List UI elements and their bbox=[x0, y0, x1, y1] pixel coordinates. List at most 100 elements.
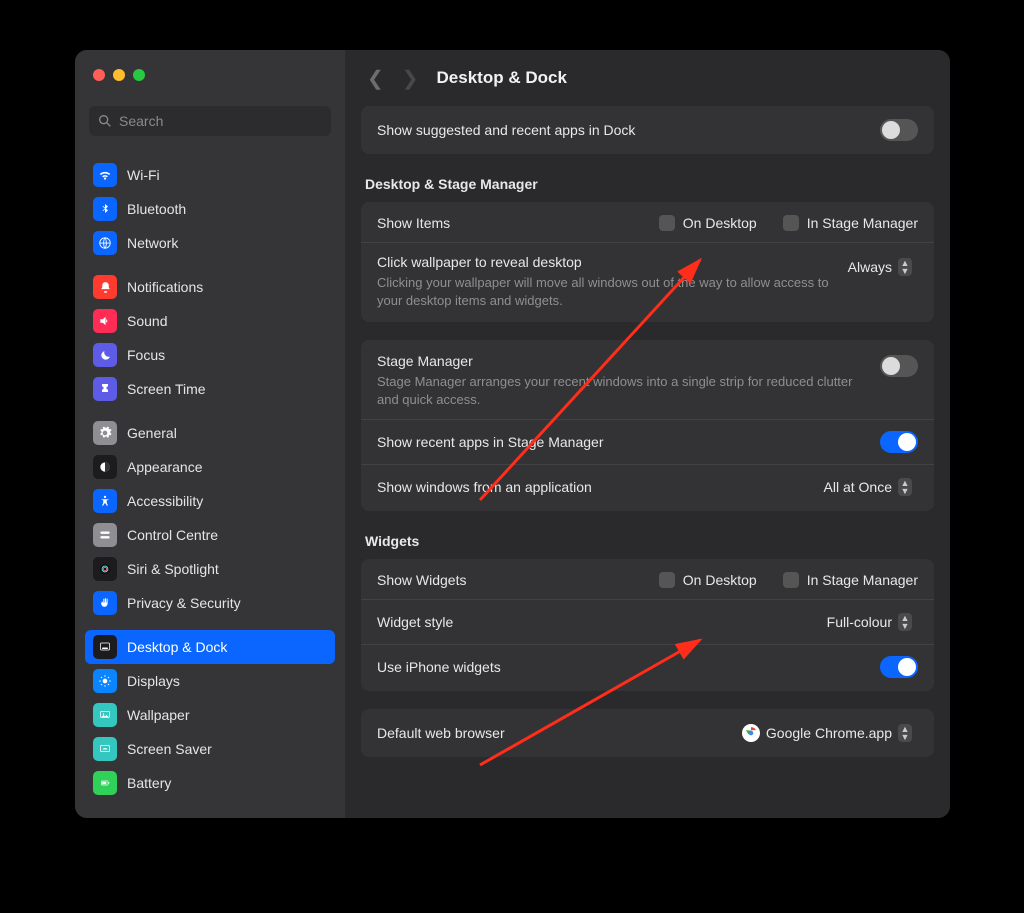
show-items-on-desktop[interactable]: On Desktop bbox=[659, 215, 757, 231]
checkbox-icon bbox=[659, 215, 675, 231]
sidebar-item-label: Battery bbox=[127, 775, 171, 791]
default-browser-select[interactable]: Google Chrome.app ▲▼ bbox=[736, 722, 918, 744]
sidebar-item-label: Screen Saver bbox=[127, 741, 212, 757]
sidebar-item-label: Bluetooth bbox=[127, 201, 186, 217]
sidebar-item-wi-fi[interactable]: Wi-Fi bbox=[85, 158, 335, 192]
chrome-icon bbox=[742, 724, 760, 742]
search-icon bbox=[97, 113, 113, 129]
bt-icon bbox=[93, 197, 117, 221]
section-title-widgets: Widgets bbox=[361, 529, 934, 559]
show-widgets-in-stage[interactable]: In Stage Manager bbox=[783, 572, 918, 588]
close-icon[interactable] bbox=[93, 69, 105, 81]
sidebar-item-bluetooth[interactable]: Bluetooth bbox=[85, 192, 335, 226]
sound-icon bbox=[93, 309, 117, 333]
sidebar-item-desktop-dock[interactable]: Desktop & Dock bbox=[85, 630, 335, 664]
iphone-widgets-label: Use iPhone widgets bbox=[377, 659, 868, 675]
hourglass-icon bbox=[93, 377, 117, 401]
sidebar: Wi-Fi Bluetooth Network Notifications Sound F… bbox=[75, 50, 345, 818]
appearance-icon bbox=[93, 455, 117, 479]
content-header: ❮ ❯ Desktop & Dock bbox=[345, 50, 950, 106]
sidebar-item-accessibility[interactable]: Accessibility bbox=[85, 484, 335, 518]
select-value: Full-colour bbox=[827, 614, 892, 630]
hand-icon bbox=[93, 591, 117, 615]
content-body: Show suggested and recent apps in Dock D… bbox=[345, 106, 950, 818]
stage-manager-toggle[interactable] bbox=[880, 355, 918, 377]
window-titlebar bbox=[75, 50, 345, 100]
sidebar-item-label: Accessibility bbox=[127, 493, 203, 509]
sidebar-item-screen-time[interactable]: Screen Time bbox=[85, 372, 335, 406]
checkbox-icon bbox=[783, 215, 799, 231]
sidebar-item-privacy-security[interactable]: Privacy & Security bbox=[85, 586, 335, 620]
dock-icon bbox=[93, 635, 117, 659]
wifi-icon bbox=[93, 163, 117, 187]
sidebar-item-appearance[interactable]: Appearance bbox=[85, 450, 335, 484]
search-input[interactable] bbox=[89, 106, 331, 136]
nav-back-icon[interactable]: ❮ bbox=[367, 66, 384, 91]
sidebar-item-label: Notifications bbox=[127, 279, 203, 295]
check-label: In Stage Manager bbox=[807, 572, 918, 588]
stepper-icon: ▲▼ bbox=[898, 478, 912, 496]
show-widgets-on-desktop[interactable]: On Desktop bbox=[659, 572, 757, 588]
stepper-icon: ▲▼ bbox=[898, 258, 912, 276]
default-browser-label: Default web browser bbox=[377, 725, 724, 741]
checkbox-icon bbox=[659, 572, 675, 588]
sidebar-item-control-centre[interactable]: Control Centre bbox=[85, 518, 335, 552]
click-wallpaper-label: Click wallpaper to reveal desktop bbox=[377, 254, 830, 270]
panel-desktop-stage-b: Stage Manager Stage Manager arranges you… bbox=[361, 340, 934, 511]
minimize-icon[interactable] bbox=[113, 69, 125, 81]
maximize-icon[interactable] bbox=[133, 69, 145, 81]
show-windows-label: Show windows from an application bbox=[377, 479, 806, 495]
section-title-desktop-stage: Desktop & Stage Manager bbox=[361, 172, 934, 202]
click-wallpaper-select[interactable]: Always ▲▼ bbox=[842, 256, 918, 278]
wallpaper-icon bbox=[93, 703, 117, 727]
sidebar-item-focus[interactable]: Focus bbox=[85, 338, 335, 372]
control-icon bbox=[93, 523, 117, 547]
click-wallpaper-sub: Clicking your wallpaper will move all wi… bbox=[377, 274, 830, 309]
panel-dock: Show suggested and recent apps in Dock bbox=[361, 106, 934, 154]
siri-icon bbox=[93, 557, 117, 581]
checkbox-icon bbox=[783, 572, 799, 588]
check-label: On Desktop bbox=[683, 215, 757, 231]
stepper-icon: ▲▼ bbox=[898, 613, 912, 631]
recent-apps-label: Show recent apps in Stage Manager bbox=[377, 434, 868, 450]
sidebar-item-displays[interactable]: Displays bbox=[85, 664, 335, 698]
page-title: Desktop & Dock bbox=[437, 68, 567, 88]
sidebar-item-label: Focus bbox=[127, 347, 165, 363]
check-label: On Desktop bbox=[683, 572, 757, 588]
search-field[interactable] bbox=[119, 113, 323, 129]
sidebar-item-siri-spotlight[interactable]: Siri & Spotlight bbox=[85, 552, 335, 586]
stepper-icon: ▲▼ bbox=[898, 724, 912, 742]
content-area: ❮ ❯ Desktop & Dock Show suggested and re… bbox=[345, 50, 950, 818]
sidebar-item-label: Screen Time bbox=[127, 381, 206, 397]
sidebar-item-label: Sound bbox=[127, 313, 167, 329]
select-value: All at Once bbox=[824, 479, 892, 495]
stage-manager-sub: Stage Manager arranges your recent windo… bbox=[377, 373, 868, 408]
sidebar-item-screen-saver[interactable]: Screen Saver bbox=[85, 732, 335, 766]
suggested-apps-label: Show suggested and recent apps in Dock bbox=[377, 122, 868, 138]
screensaver-icon bbox=[93, 737, 117, 761]
sidebar-item-notifications[interactable]: Notifications bbox=[85, 270, 335, 304]
select-value: Google Chrome.app bbox=[766, 725, 892, 741]
suggested-apps-toggle[interactable] bbox=[880, 119, 918, 141]
stage-manager-label: Stage Manager bbox=[377, 353, 868, 369]
show-windows-select[interactable]: All at Once ▲▼ bbox=[818, 476, 918, 498]
sidebar-item-sound[interactable]: Sound bbox=[85, 304, 335, 338]
sidebar-item-general[interactable]: General bbox=[85, 416, 335, 450]
show-widgets-label: Show Widgets bbox=[377, 572, 647, 588]
nav-forward-icon[interactable]: ❯ bbox=[402, 66, 419, 91]
panel-browser: Default web browser Google Chrome.app ▲▼ bbox=[361, 709, 934, 757]
iphone-widgets-toggle[interactable] bbox=[880, 656, 918, 678]
sidebar-item-label: Appearance bbox=[127, 459, 203, 475]
show-items-label: Show Items bbox=[377, 215, 647, 231]
widget-style-select[interactable]: Full-colour ▲▼ bbox=[821, 611, 918, 633]
recent-apps-toggle[interactable] bbox=[880, 431, 918, 453]
sidebar-nav: Wi-Fi Bluetooth Network Notifications Sound F… bbox=[75, 148, 345, 810]
sidebar-item-label: Displays bbox=[127, 673, 180, 689]
sidebar-item-wallpaper[interactable]: Wallpaper bbox=[85, 698, 335, 732]
sidebar-item-label: Control Centre bbox=[127, 527, 218, 543]
bell-icon bbox=[93, 275, 117, 299]
sidebar-item-network[interactable]: Network bbox=[85, 226, 335, 260]
sidebar-item-battery[interactable]: Battery bbox=[85, 766, 335, 800]
show-items-in-stage[interactable]: In Stage Manager bbox=[783, 215, 918, 231]
sidebar-item-label: General bbox=[127, 425, 177, 441]
